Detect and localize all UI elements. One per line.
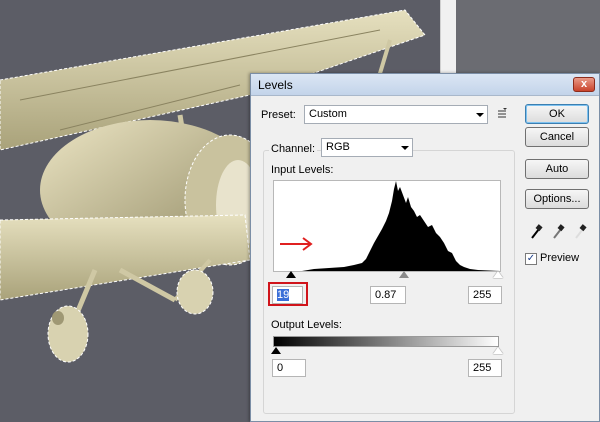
preview-label: Preview [540, 252, 580, 264]
output-gradient-bar [273, 336, 499, 347]
histogram-graph [302, 181, 500, 271]
histogram [273, 180, 501, 272]
input-black-value: 19 [277, 289, 290, 301]
output-white-slider[interactable] [493, 347, 503, 354]
preview-checkbox[interactable]: ✓ [525, 253, 537, 265]
output-white-field[interactable]: 255 [468, 359, 502, 377]
white-eyedropper-icon[interactable] [573, 224, 587, 240]
input-levels-label: Input Levels: [271, 164, 334, 176]
channel-label: Channel: [269, 143, 318, 155]
close-button[interactable]: x [573, 77, 595, 92]
preset-menu-icon[interactable] [496, 108, 508, 120]
levels-dialog: Levels x Preset: Custom OK Cancel Auto O… [250, 73, 600, 422]
output-black-field[interactable]: 0 [272, 359, 306, 377]
close-icon: x [580, 78, 588, 90]
preset-label: Preset: [261, 109, 296, 121]
input-black-slider[interactable] [286, 271, 296, 278]
channel-select[interactable]: RGB [321, 138, 413, 157]
gray-eyedropper-icon[interactable] [551, 224, 565, 240]
preset-select[interactable]: Custom [304, 105, 488, 124]
input-white-field[interactable]: 255 [468, 286, 502, 304]
preset-value: Custom [309, 108, 347, 120]
input-gamma-field[interactable]: 0.87 [370, 286, 406, 304]
auto-button[interactable]: Auto [525, 159, 589, 179]
options-button[interactable]: Options... [525, 189, 589, 209]
input-white-slider[interactable] [493, 271, 503, 278]
input-gamma-slider[interactable] [399, 271, 409, 278]
black-eyedropper-icon[interactable] [529, 224, 543, 240]
channel-value: RGB [326, 141, 350, 153]
chevron-down-icon [401, 146, 409, 150]
ok-button[interactable]: OK [525, 104, 589, 124]
dialog-titlebar[interactable]: Levels x [251, 74, 599, 96]
red-arrow-icon [280, 237, 313, 251]
cancel-button[interactable]: Cancel [525, 127, 589, 147]
chevron-down-icon [476, 113, 484, 117]
dialog-title: Levels [258, 78, 293, 92]
checkmark-icon: ✓ [526, 253, 536, 264]
output-black-slider[interactable] [271, 347, 281, 354]
input-black-field[interactable]: 19 [272, 286, 303, 304]
output-levels-label: Output Levels: [271, 319, 342, 331]
